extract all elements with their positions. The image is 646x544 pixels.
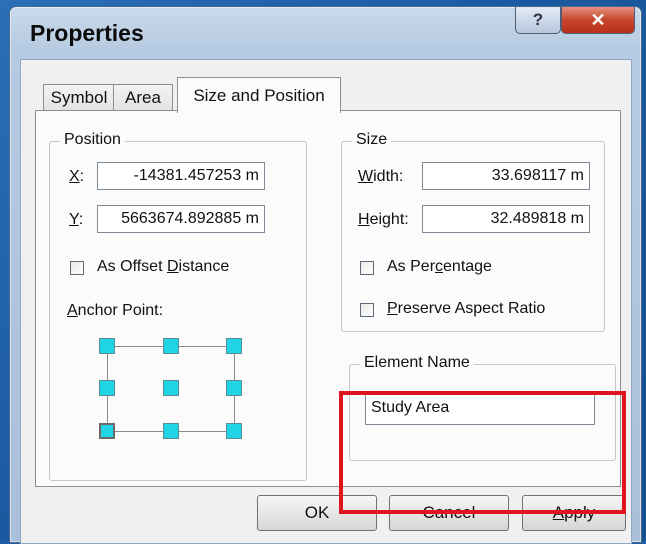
help-button[interactable]: ? bbox=[515, 7, 561, 34]
x-label: X: bbox=[69, 168, 85, 185]
width-field[interactable]: 33.698117 m bbox=[422, 162, 590, 190]
as-offset-distance-checkbox[interactable] bbox=[70, 261, 84, 275]
anchor-top-center[interactable] bbox=[163, 338, 179, 354]
ok-button-label: OK bbox=[304, 503, 330, 522]
tab-symbol[interactable]: Symbol bbox=[43, 84, 115, 111]
element-name-group-label: Element Name bbox=[360, 354, 474, 372]
anchor-top-left[interactable] bbox=[99, 338, 115, 354]
x-field[interactable]: -14381.457253 m bbox=[97, 162, 265, 190]
element-name-highlight-box bbox=[339, 391, 626, 514]
close-icon: ✕ bbox=[590, 9, 606, 30]
close-button[interactable]: ✕ bbox=[561, 7, 635, 34]
as-percentage-label[interactable]: As Percentage bbox=[387, 258, 492, 276]
anchor-bottom-left[interactable] bbox=[99, 423, 115, 439]
preserve-aspect-ratio-checkbox[interactable] bbox=[360, 303, 374, 317]
height-field[interactable]: 32.489818 m bbox=[422, 205, 590, 233]
tab-size-and-position[interactable]: Size and Position bbox=[177, 77, 341, 113]
dialog-client-area: Symbol Area Size and Position Position X… bbox=[20, 59, 632, 544]
anchor-middle-left[interactable] bbox=[99, 380, 115, 396]
y-label: Y: bbox=[69, 211, 84, 228]
size-group-label: Size bbox=[352, 131, 392, 149]
preserve-aspect-ratio-label[interactable]: Preserve Aspect Ratio bbox=[387, 300, 545, 318]
tab-label: Area bbox=[125, 88, 161, 107]
position-group: Position X: -14381.457253 m Y: 5663674.8… bbox=[49, 131, 307, 481]
anchor-point-grid bbox=[95, 334, 245, 444]
tab-area[interactable]: Area bbox=[113, 84, 173, 111]
height-label: Height: bbox=[358, 211, 409, 228]
properties-dialog: Properties ? ✕ Symbol Area Size and Posi… bbox=[9, 6, 642, 544]
size-group: Size Width: 33.698117 m Height: 32.48981… bbox=[341, 131, 605, 332]
tab-label: Symbol bbox=[50, 88, 108, 107]
as-percentage-checkbox[interactable] bbox=[360, 261, 374, 275]
anchor-bottom-right[interactable] bbox=[226, 423, 242, 439]
dialog-title: Properties bbox=[30, 20, 144, 46]
position-group-label: Position bbox=[60, 131, 125, 149]
tab-label: Size and Position bbox=[193, 85, 325, 105]
as-offset-distance-label[interactable]: As Offset Distance bbox=[97, 258, 229, 276]
anchor-bottom-center[interactable] bbox=[163, 423, 179, 439]
help-icon: ? bbox=[532, 10, 544, 29]
anchor-top-right[interactable] bbox=[226, 338, 242, 354]
anchor-point-label: Anchor Point: bbox=[67, 302, 164, 319]
y-field[interactable]: 5663674.892885 m bbox=[97, 205, 265, 233]
anchor-middle-right[interactable] bbox=[226, 380, 242, 396]
width-label: Width: bbox=[358, 168, 404, 185]
anchor-center[interactable] bbox=[163, 380, 179, 396]
